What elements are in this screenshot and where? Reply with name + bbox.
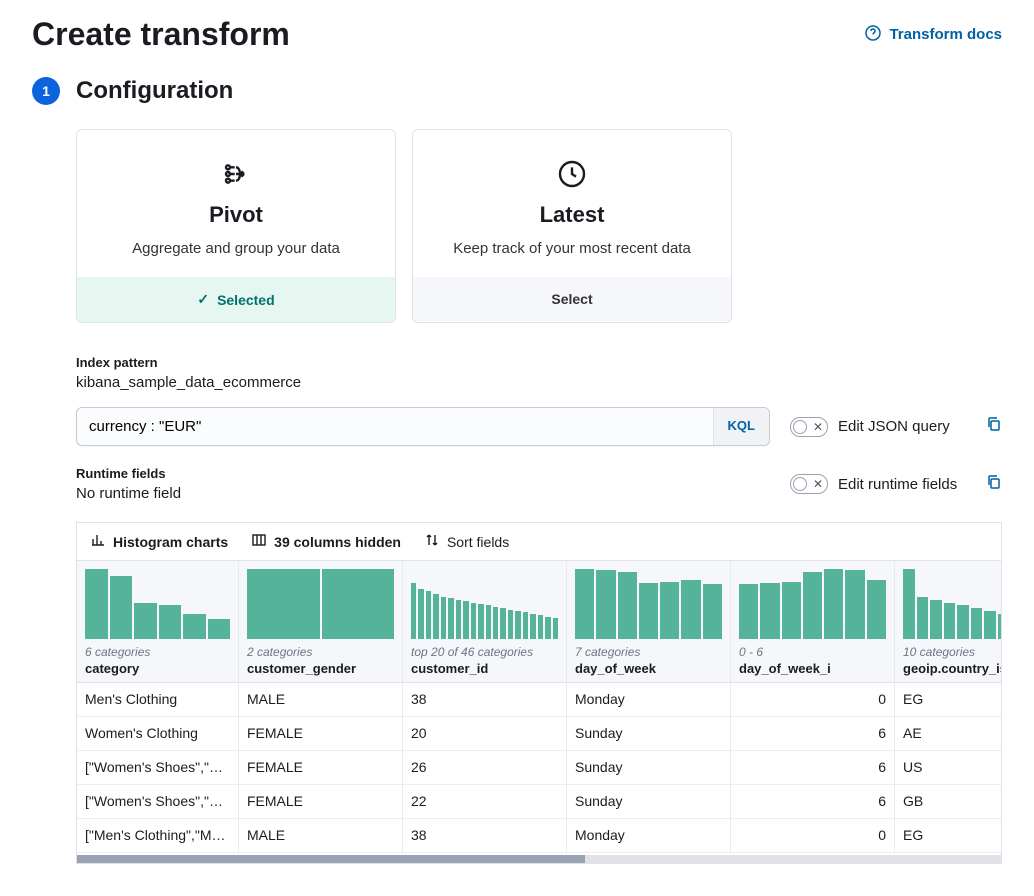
cell[interactable]: EG bbox=[895, 819, 1002, 853]
clock-icon bbox=[433, 158, 711, 190]
histogram bbox=[739, 569, 886, 639]
cell[interactable]: MALE bbox=[239, 819, 402, 853]
histogram bbox=[411, 569, 558, 639]
column-header[interactable]: top 20 of 46 categories customer_id bbox=[403, 561, 566, 683]
cell[interactable]: Monday bbox=[567, 683, 730, 717]
cell[interactable]: 20 bbox=[403, 717, 566, 751]
histogram-label: 0 - 6 bbox=[739, 645, 886, 659]
column-name: customer_id bbox=[411, 661, 558, 676]
pivot-footer: ✓ Selected bbox=[77, 277, 395, 322]
kql-badge[interactable]: KQL bbox=[713, 408, 769, 445]
cell[interactable]: 38 bbox=[403, 819, 566, 853]
histogram bbox=[85, 569, 230, 639]
runtime-value: No runtime field bbox=[76, 485, 770, 502]
cell[interactable]: Men's Clothing bbox=[77, 683, 238, 717]
copy-runtime-icon[interactable] bbox=[986, 474, 1002, 495]
column-header[interactable]: 10 categories geoip.country_iso_ bbox=[895, 561, 1002, 683]
cell[interactable]: ["Women's Shoes","Wom... bbox=[77, 751, 238, 785]
edit-json-toggle[interactable]: ✕ bbox=[790, 417, 828, 437]
columns-icon bbox=[252, 533, 266, 550]
cell[interactable]: ["Women's Shoes","Wom... bbox=[77, 785, 238, 819]
close-icon: ✕ bbox=[813, 477, 823, 491]
step-number-badge: 1 bbox=[32, 77, 60, 105]
pivot-title: Pivot bbox=[97, 202, 375, 228]
column-name: day_of_week_i bbox=[739, 661, 886, 676]
latest-desc: Keep track of your most recent data bbox=[433, 240, 711, 257]
index-pattern-value: kibana_sample_data_ecommerce bbox=[76, 374, 1002, 391]
cell[interactable]: Sunday bbox=[567, 785, 730, 819]
histogram-charts-button[interactable]: Histogram charts bbox=[91, 533, 228, 550]
query-field[interactable]: KQL bbox=[76, 407, 770, 446]
cell[interactable]: 26 bbox=[403, 751, 566, 785]
histogram bbox=[247, 569, 394, 639]
latest-title: Latest bbox=[433, 202, 711, 228]
help-icon bbox=[865, 25, 881, 45]
cell[interactable]: AE bbox=[895, 717, 1002, 751]
latest-footer: Select bbox=[413, 277, 731, 321]
column-day_of_week_i: 0 - 6day_of_week_i06660 bbox=[731, 561, 895, 853]
cell[interactable]: ["Men's Clothing","Men's ... bbox=[77, 819, 238, 853]
docs-link-label: Transform docs bbox=[889, 26, 1002, 43]
cell[interactable]: US bbox=[895, 751, 1002, 785]
column-geoip.country_iso_: 10 categoriesgeoip.country_iso_EGAEUSGBE… bbox=[895, 561, 1002, 853]
cell[interactable]: Women's Clothing bbox=[77, 717, 238, 751]
histogram bbox=[903, 569, 1002, 639]
sort-fields-button[interactable]: Sort fields bbox=[425, 533, 509, 550]
runtime-label: Runtime fields bbox=[76, 466, 770, 481]
check-icon: ✓ bbox=[197, 291, 209, 308]
cell[interactable]: 22 bbox=[403, 785, 566, 819]
step-title: Configuration bbox=[76, 77, 233, 105]
sort-icon bbox=[425, 533, 439, 550]
cell[interactable]: 6 bbox=[731, 751, 894, 785]
pivot-card[interactable]: Pivot Aggregate and group your data ✓ Se… bbox=[76, 129, 396, 323]
index-pattern-label: Index pattern bbox=[76, 355, 1002, 370]
histogram-label: 2 categories bbox=[247, 645, 394, 659]
edit-runtime-toggle[interactable]: ✕ bbox=[790, 474, 828, 494]
cell[interactable]: 0 bbox=[731, 819, 894, 853]
column-header[interactable]: 2 categories customer_gender bbox=[239, 561, 402, 683]
cell[interactable]: EG bbox=[895, 683, 1002, 717]
copy-json-icon[interactable] bbox=[986, 416, 1002, 437]
cell[interactable]: GB bbox=[895, 785, 1002, 819]
query-input[interactable] bbox=[77, 408, 713, 445]
histogram-label: 6 categories bbox=[85, 645, 230, 659]
cell[interactable]: MALE bbox=[239, 683, 402, 717]
histogram-label: 7 categories bbox=[575, 645, 722, 659]
histogram-label: top 20 of 46 categories bbox=[411, 645, 558, 659]
bar-chart-icon bbox=[91, 533, 105, 550]
column-customer_gender: 2 categoriescustomer_genderMALEFEMALEFEM… bbox=[239, 561, 403, 853]
histogram-label: 10 categories bbox=[903, 645, 1002, 659]
cell[interactable]: 0 bbox=[731, 683, 894, 717]
close-icon: ✕ bbox=[813, 420, 823, 434]
latest-card[interactable]: Latest Keep track of your most recent da… bbox=[412, 129, 732, 323]
column-name: customer_gender bbox=[247, 661, 394, 676]
column-name: geoip.country_iso_ bbox=[903, 661, 1002, 676]
page-title: Create transform bbox=[32, 16, 290, 53]
cell[interactable]: Monday bbox=[567, 819, 730, 853]
pivot-icon bbox=[97, 158, 375, 190]
cell[interactable]: 6 bbox=[731, 717, 894, 751]
histogram bbox=[575, 569, 722, 639]
column-header[interactable]: 6 categories category bbox=[77, 561, 238, 683]
edit-runtime-label: Edit runtime fields bbox=[838, 476, 957, 493]
cell[interactable]: FEMALE bbox=[239, 751, 402, 785]
cell[interactable]: Sunday bbox=[567, 751, 730, 785]
column-customer_id: top 20 of 46 categoriescustomer_id382026… bbox=[403, 561, 567, 853]
transform-docs-link[interactable]: Transform docs bbox=[865, 25, 1002, 45]
cell[interactable]: FEMALE bbox=[239, 717, 402, 751]
cell[interactable]: FEMALE bbox=[239, 785, 402, 819]
edit-json-label: Edit JSON query bbox=[838, 418, 950, 435]
column-day_of_week: 7 categoriesday_of_weekMondaySundaySunda… bbox=[567, 561, 731, 853]
columns-hidden-button[interactable]: 39 columns hidden bbox=[252, 533, 401, 550]
column-name: category bbox=[85, 661, 230, 676]
column-category: 6 categories category Men's ClothingWomen'… bbox=[77, 561, 239, 853]
cell[interactable]: Sunday bbox=[567, 717, 730, 751]
column-name: day_of_week bbox=[575, 661, 722, 676]
cell[interactable]: 6 bbox=[731, 785, 894, 819]
column-header[interactable]: 0 - 6 day_of_week_i bbox=[731, 561, 894, 683]
column-header[interactable]: 7 categories day_of_week bbox=[567, 561, 730, 683]
pivot-desc: Aggregate and group your data bbox=[97, 240, 375, 257]
cell[interactable]: 38 bbox=[403, 683, 566, 717]
